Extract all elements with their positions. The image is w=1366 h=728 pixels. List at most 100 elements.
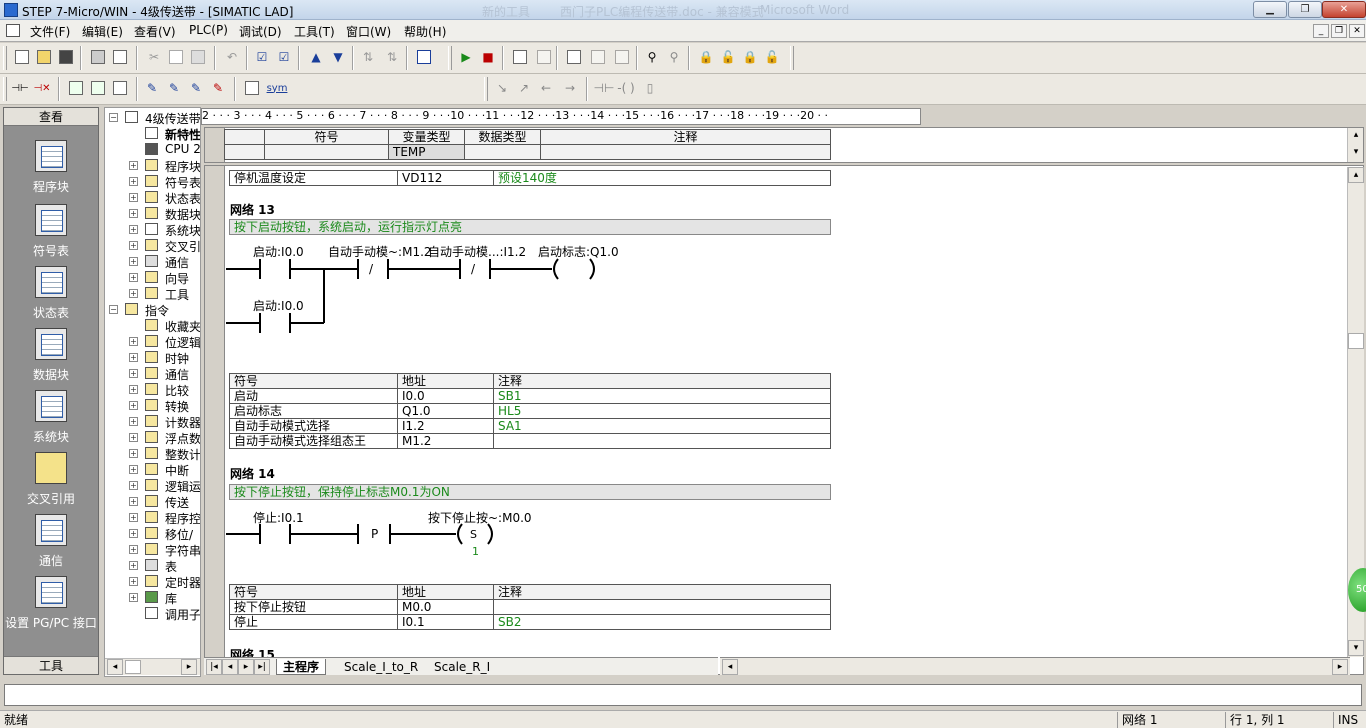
mdi-minimize-button[interactable]: _ bbox=[1313, 24, 1329, 38]
mdi-restore-button[interactable]: ❐ bbox=[1331, 24, 1347, 38]
nav-status-table[interactable]: 状态表 bbox=[4, 266, 98, 326]
menu-plc[interactable]: PLC(P) bbox=[189, 23, 228, 37]
nav-system-block[interactable]: 系统块 bbox=[4, 390, 98, 450]
menu-help[interactable]: 帮助(H) bbox=[404, 23, 446, 40]
network-13-comment[interactable]: 按下启动按钮，系统启动，运行指示灯点亮 bbox=[229, 219, 831, 235]
menu-file[interactable]: 文件(F) bbox=[30, 23, 70, 40]
contact-icon[interactable]: ⊣⊢ bbox=[594, 78, 615, 98]
mdi-doc-icon[interactable] bbox=[6, 24, 20, 37]
network-14-comment[interactable]: 按下停止按钮，保持停止标志M0.1为ON bbox=[229, 484, 831, 500]
tab-last-icon[interactable]: ▸| bbox=[254, 659, 270, 675]
contact-label[interactable]: 自动手动模~:M1.2 bbox=[328, 243, 432, 260]
scroll-down-icon[interactable]: ▾ bbox=[1348, 640, 1364, 656]
scroll-right-icon[interactable]: ▸ bbox=[1332, 659, 1348, 675]
print-preview-icon[interactable] bbox=[110, 47, 130, 67]
contact-label[interactable]: 启动:I0.0 bbox=[253, 243, 304, 260]
pen-icon[interactable]: ✎ bbox=[142, 78, 162, 98]
nav-data-block[interactable]: 数据块 bbox=[4, 328, 98, 388]
contact-label[interactable]: 停止:I0.1 bbox=[253, 509, 304, 526]
scroll-left-icon[interactable]: ◂ bbox=[107, 659, 123, 675]
open-folder-icon[interactable] bbox=[34, 47, 54, 67]
unlock-icon[interactable]: 🔓 bbox=[718, 47, 738, 67]
var-cell-datatype[interactable] bbox=[464, 144, 541, 160]
output-line[interactable] bbox=[4, 684, 1362, 706]
var-row-handle[interactable] bbox=[224, 144, 265, 160]
write-forced-icon[interactable]: 🔓 bbox=[762, 47, 782, 67]
nav-header[interactable]: 查看 bbox=[4, 108, 98, 126]
read-forced-icon[interactable]: 🔒 bbox=[740, 47, 760, 67]
line-right-icon[interactable]: → bbox=[560, 78, 580, 98]
symbol-apply-icon[interactable] bbox=[242, 78, 262, 98]
network-14-title[interactable]: 网络 14 bbox=[230, 465, 275, 482]
line-down-icon[interactable]: ↘ bbox=[492, 78, 512, 98]
delete-network-icon[interactable]: ⊣✕ bbox=[32, 78, 52, 98]
compile-all-icon[interactable]: ☑ bbox=[274, 47, 294, 67]
lock-icon[interactable]: 🔒 bbox=[696, 47, 716, 67]
scroll-up-icon[interactable]: ▴ bbox=[1348, 167, 1364, 183]
close-button[interactable]: ✕ bbox=[1322, 1, 1366, 18]
pen-next-icon[interactable]: ✎ bbox=[164, 78, 184, 98]
force-icon[interactable]: ⚲ bbox=[642, 47, 662, 67]
var-cell-symbol[interactable] bbox=[264, 144, 389, 160]
pen-clear-icon[interactable]: ✎ bbox=[208, 78, 228, 98]
menu-window[interactable]: 窗口(W) bbox=[346, 23, 391, 40]
download-icon[interactable]: ▼ bbox=[328, 47, 348, 67]
toggle-comments-icon[interactable] bbox=[66, 78, 86, 98]
stop-icon[interactable]: ■ bbox=[478, 47, 498, 67]
box-icon[interactable]: ▯ bbox=[640, 78, 660, 98]
unforce-icon[interactable]: ⚲ bbox=[664, 47, 684, 67]
tab-prev-icon[interactable]: ◂ bbox=[222, 659, 238, 675]
single-read-icon[interactable] bbox=[588, 47, 608, 67]
menu-view[interactable]: 查看(V) bbox=[134, 23, 176, 40]
copy-icon[interactable] bbox=[166, 47, 186, 67]
menu-tools[interactable]: 工具(T) bbox=[294, 23, 335, 40]
coil-label[interactable]: 按下停止按~:M0.0 bbox=[428, 509, 532, 526]
scroll-down-icon[interactable]: ▾ bbox=[1348, 145, 1363, 161]
scroll-thumb[interactable] bbox=[1348, 333, 1364, 349]
nav-footer[interactable]: 工具 bbox=[4, 656, 98, 674]
menu-debug[interactable]: 调试(D) bbox=[239, 23, 282, 40]
network-13-title[interactable]: 网络 13 bbox=[230, 201, 275, 218]
line-left-icon[interactable]: ← bbox=[536, 78, 556, 98]
upload-icon[interactable]: ▲ bbox=[306, 47, 326, 67]
insert-network-icon[interactable]: ⊣⊢ bbox=[10, 78, 30, 98]
run-icon[interactable]: ▶ bbox=[456, 47, 476, 67]
network-15-title[interactable]: 网络 15 bbox=[230, 646, 275, 657]
var-cell-comment[interactable] bbox=[540, 144, 831, 160]
scroll-right-icon[interactable]: ▸ bbox=[181, 659, 197, 675]
cut-icon[interactable]: ✂ bbox=[144, 47, 164, 67]
line-up-icon[interactable]: ↗ bbox=[514, 78, 534, 98]
editor-horizontal-scrollbar[interactable]: ◂ ▸ bbox=[720, 657, 1350, 675]
nav-program-block[interactable]: 程序块 bbox=[4, 140, 98, 200]
sort-descending-icon[interactable]: ⇅ bbox=[382, 47, 402, 67]
nav-set-pgpc-interface[interactable]: 设置 PG/PC 接口 bbox=[4, 576, 98, 636]
var-table-scrollbar[interactable]: ▴ ▾ bbox=[1347, 128, 1363, 162]
contact-label[interactable]: 启动:I0.0 bbox=[253, 297, 304, 314]
var-cell-vartype[interactable]: TEMP bbox=[388, 144, 465, 160]
scroll-left-icon[interactable]: ◂ bbox=[722, 659, 738, 675]
tab-scale-r-i[interactable]: Scale_R_I bbox=[428, 659, 496, 675]
maximize-button[interactable]: ❐ bbox=[1288, 1, 1322, 18]
pause-status-icon[interactable] bbox=[534, 47, 554, 67]
paste-icon[interactable] bbox=[188, 47, 208, 67]
undo-icon[interactable]: ↶ bbox=[222, 47, 242, 67]
tree-horizontal-scrollbar[interactable]: ◂ ▸ bbox=[105, 658, 200, 675]
nav-symbol-table[interactable]: 符号表 bbox=[4, 204, 98, 264]
sort-ascending-icon[interactable]: ⇅ bbox=[358, 47, 378, 67]
bookmark-icon[interactable] bbox=[110, 78, 130, 98]
contact-label[interactable]: 自动手动模...:I1.2 bbox=[428, 243, 526, 260]
new-file-icon[interactable] bbox=[12, 47, 32, 67]
sym-icon[interactable]: sym bbox=[264, 78, 290, 98]
pen-prev-icon[interactable]: ✎ bbox=[186, 78, 206, 98]
print-icon[interactable] bbox=[88, 47, 108, 67]
scroll-up-icon[interactable]: ▴ bbox=[1348, 128, 1363, 144]
scroll-thumb[interactable] bbox=[125, 660, 141, 674]
tab-scale-i-to-r[interactable]: Scale_I_to_R bbox=[338, 659, 424, 675]
save-all-icon[interactable] bbox=[56, 47, 76, 67]
chart-status-icon[interactable] bbox=[564, 47, 584, 67]
coil-icon[interactable]: -( ) bbox=[616, 78, 636, 98]
coil-label[interactable]: 启动标志:Q1.0 bbox=[538, 243, 619, 260]
tab-next-icon[interactable]: ▸ bbox=[238, 659, 254, 675]
tab-first-icon[interactable]: |◂ bbox=[206, 659, 222, 675]
options-icon[interactable] bbox=[414, 47, 434, 67]
